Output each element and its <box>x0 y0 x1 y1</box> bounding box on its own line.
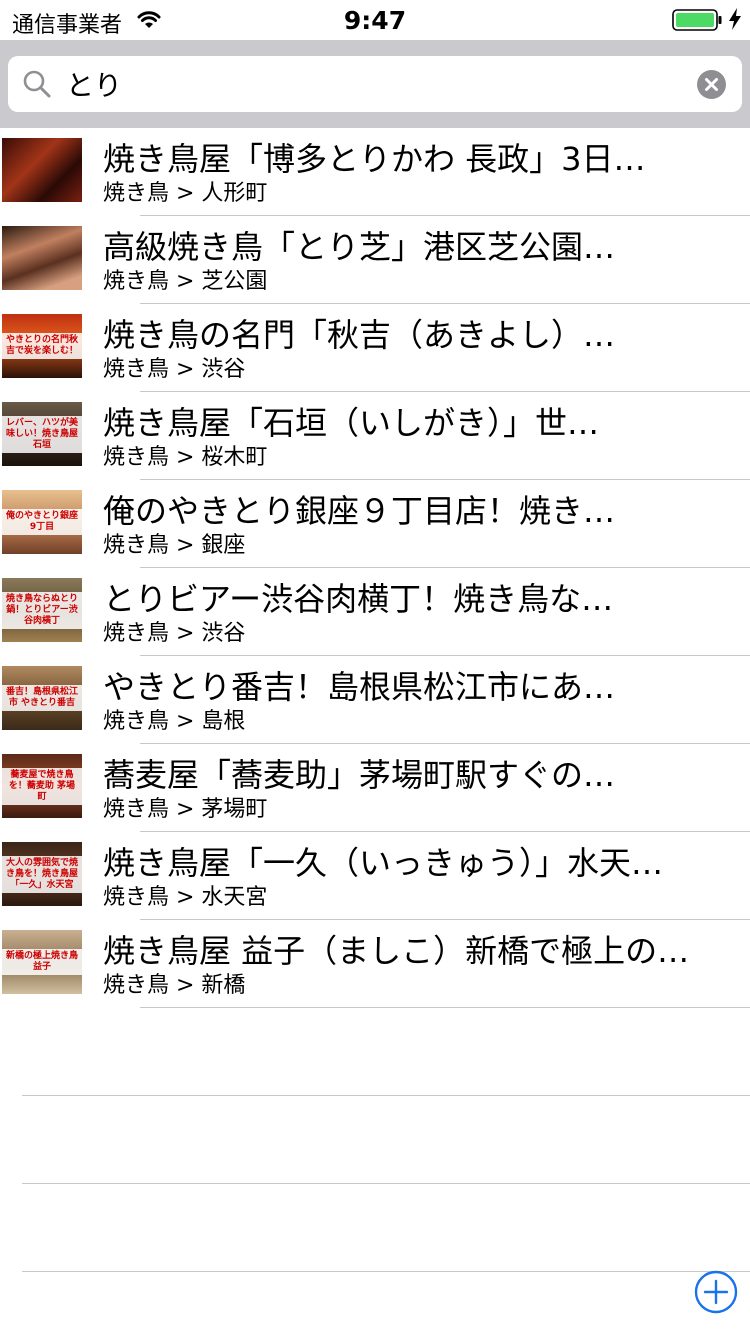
list-item[interactable]: 高級焼き鳥「とり芝」港区芝公園… 焼き鳥 > 芝公園 <box>0 216 750 304</box>
list-item-subtitle: 焼き鳥 > 桜木町 <box>103 445 268 470</box>
list-item[interactable]: 蕎麦屋で焼き鳥を！蕎麦助 茅場町 蕎麦屋「蕎麦助」茅場町駅すぐの… 焼き鳥 > … <box>0 744 750 832</box>
list-item-title: 焼き鳥屋「石垣（いしがき）」世… <box>103 404 600 442</box>
list-item-subtitle: 焼き鳥 > 渋谷 <box>103 621 246 646</box>
list-item-subtitle: 焼き鳥 > 人形町 <box>103 181 268 206</box>
list-item-subtitle: 焼き鳥 > 島根 <box>103 709 246 734</box>
thumbnail-image <box>2 226 82 290</box>
thumbnail-image: やきとりの名門秋吉で炭を楽しむ！ <box>2 314 82 378</box>
list-item[interactable]: 俺のやきとり銀座9丁目 俺のやきとり銀座９丁目店！焼き… 焼き鳥 > 銀座 <box>0 480 750 568</box>
list-item-title: 焼き鳥屋「一久（いっきゅう）」水天… <box>103 844 664 882</box>
thumbnail-caption: レバー、ハツが美味しい！焼き鳥屋 石垣 <box>2 415 82 453</box>
list-item[interactable]: レバー、ハツが美味しい！焼き鳥屋 石垣 焼き鳥屋「石垣（いしがき）」世… 焼き鳥… <box>0 392 750 480</box>
charging-bolt-icon <box>728 8 742 34</box>
list-item-subtitle: 焼き鳥 > 銀座 <box>103 533 246 558</box>
thumbnail-image: 蕎麦屋で焼き鳥を！蕎麦助 茅場町 <box>2 754 82 818</box>
list-item-subtitle: 焼き鳥 > 茅場町 <box>103 797 268 822</box>
list-item-title: 俺のやきとり銀座９丁目店！焼き… <box>103 492 616 530</box>
search-bar <box>0 40 750 128</box>
search-field[interactable] <box>8 56 742 112</box>
plus-circle-icon <box>694 1270 738 1314</box>
list-item-subtitle: 焼き鳥 > 渋谷 <box>103 357 246 382</box>
list-item-title: やきとり番吉！島根県松江市にあ… <box>103 668 616 706</box>
thumbnail-image: 新橋の極上焼き鳥益子 <box>2 930 82 994</box>
search-input[interactable] <box>66 64 666 104</box>
list-item-title: とりビアー渋谷肉横丁！焼き鳥な… <box>103 580 614 618</box>
list-item-subtitle: 焼き鳥 > 新橋 <box>103 973 246 998</box>
empty-row <box>0 1096 750 1184</box>
list-item-subtitle: 焼き鳥 > 水天宮 <box>103 885 268 910</box>
list-item-subtitle: 焼き鳥 > 芝公園 <box>103 269 268 294</box>
list-item-title: 焼き鳥屋 益子（ましこ）新橋で極上の… <box>103 932 690 970</box>
thumbnail-caption: 番吉！島根県松江市 やきとり番吉 <box>2 685 82 711</box>
status-bar: 通信事業者 9:47 <box>0 0 750 40</box>
thumbnail-caption: 新橋の極上焼き鳥益子 <box>2 949 82 975</box>
add-button[interactable] <box>694 1270 738 1314</box>
thumbnail-caption: 焼き鳥ならぬとり鍋！とりビアー渋谷肉横丁 <box>2 591 82 629</box>
list-item[interactable]: 新橋の極上焼き鳥益子 焼き鳥屋 益子（ましこ）新橋で極上の… 焼き鳥 > 新橋 <box>0 920 750 1008</box>
battery-icon <box>672 8 724 36</box>
list-item-title: 焼き鳥の名門「秋吉（あきよし）… <box>103 316 616 354</box>
list-item-title: 蕎麦屋「蕎麦助」茅場町駅すぐの… <box>103 756 616 794</box>
list-item-title: 焼き鳥屋「博多とりかわ 長政」3日… <box>103 140 646 178</box>
thumbnail-caption: 大人の雰囲気で焼き鳥を！焼き鳥屋「一久」水天宮 <box>2 855 82 893</box>
list-item[interactable]: 焼き鳥屋「博多とりかわ 長政」3日… 焼き鳥 > 人形町 <box>0 128 750 216</box>
list-item[interactable]: やきとりの名門秋吉で炭を楽しむ！ 焼き鳥の名門「秋吉（あきよし）… 焼き鳥 > … <box>0 304 750 392</box>
thumbnail-image: 大人の雰囲気で焼き鳥を！焼き鳥屋「一久」水天宮 <box>2 842 82 906</box>
empty-row <box>0 1184 750 1272</box>
thumbnail-caption: 俺のやきとり銀座9丁目 <box>2 509 82 535</box>
empty-row <box>0 1008 750 1096</box>
thumbnail-caption: 蕎麦屋で焼き鳥を！蕎麦助 茅場町 <box>2 767 82 805</box>
clear-search-icon[interactable] <box>697 70 726 99</box>
thumbnail-image: 焼き鳥ならぬとり鍋！とりビアー渋谷肉横丁 <box>2 578 82 642</box>
thumbnail-image: 番吉！島根県松江市 やきとり番吉 <box>2 666 82 730</box>
list-item-title: 高級焼き鳥「とり芝」港区芝公園… <box>103 228 616 266</box>
separator <box>22 1271 750 1272</box>
thumbnail-caption: やきとりの名門秋吉で炭を楽しむ！ <box>2 333 82 359</box>
list-item[interactable]: 番吉！島根県松江市 やきとり番吉 やきとり番吉！島根県松江市にあ… 焼き鳥 > … <box>0 656 750 744</box>
results-list: 焼き鳥屋「博多とりかわ 長政」3日… 焼き鳥 > 人形町 高級焼き鳥「とり芝」港… <box>0 128 750 1272</box>
thumbnail-image: レバー、ハツが美味しい！焼き鳥屋 石垣 <box>2 402 82 466</box>
search-icon <box>22 69 52 103</box>
list-item[interactable]: 大人の雰囲気で焼き鳥を！焼き鳥屋「一久」水天宮 焼き鳥屋「一久（いっきゅう）」水… <box>0 832 750 920</box>
list-item[interactable]: 焼き鳥ならぬとり鍋！とりビアー渋谷肉横丁 とりビアー渋谷肉横丁！焼き鳥な… 焼き… <box>0 568 750 656</box>
thumbnail-image: 俺のやきとり銀座9丁目 <box>2 490 82 554</box>
thumbnail-image <box>2 138 82 202</box>
clock: 9:47 <box>343 6 407 35</box>
